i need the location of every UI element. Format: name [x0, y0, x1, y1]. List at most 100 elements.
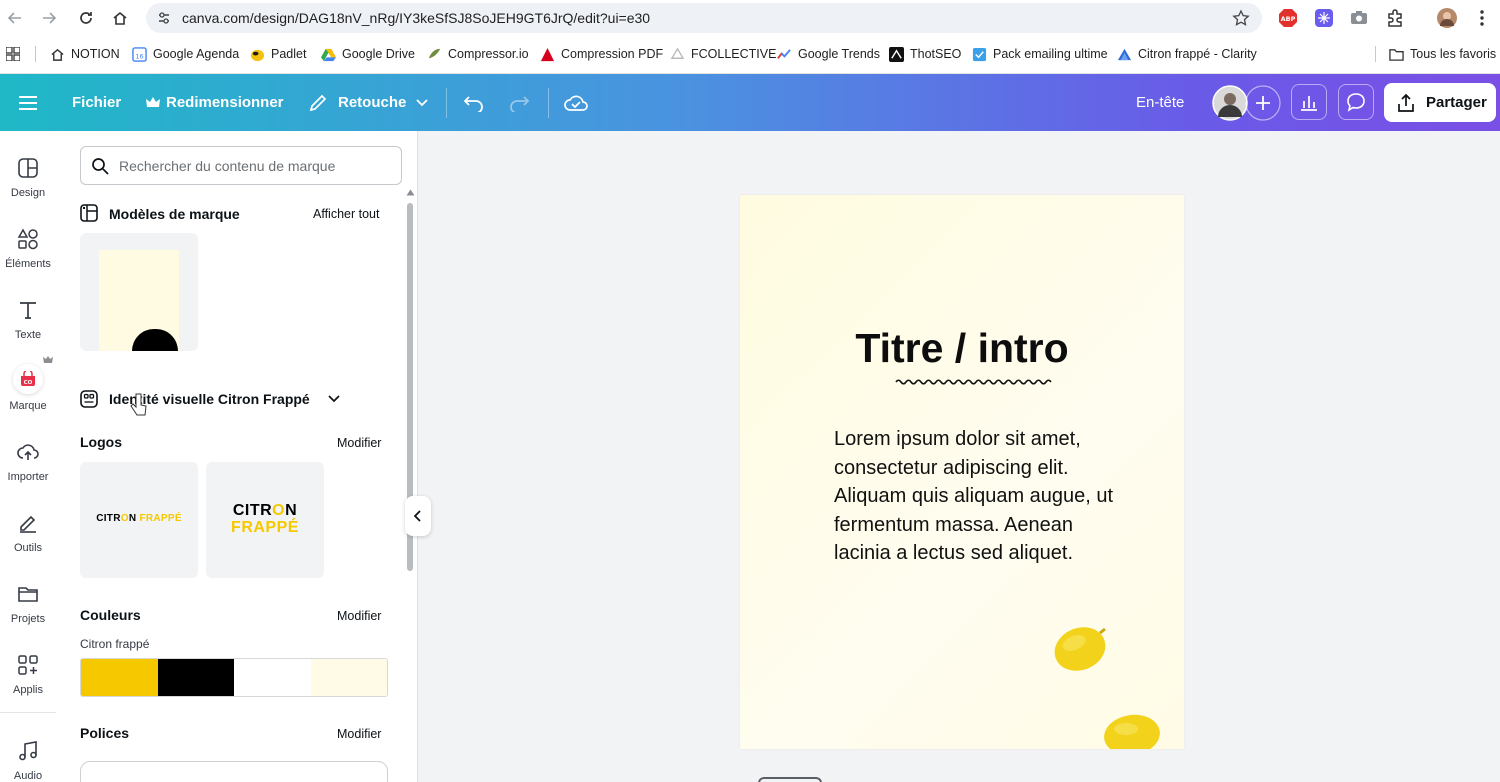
undo-button[interactable] — [463, 74, 485, 131]
clarity-icon — [1117, 48, 1132, 60]
bookmark-notion[interactable]: NOTION — [50, 44, 120, 64]
rail-item-projects[interactable]: Projets — [0, 577, 56, 637]
side-rail: Design Éléments Texte CO Marque Importer… — [0, 131, 56, 782]
bookmark-clarity[interactable]: Citron frappé - Clarity — [1117, 44, 1257, 64]
profile-avatar[interactable] — [1437, 8, 1457, 28]
drive-icon — [321, 48, 336, 61]
chevron-down-icon[interactable] — [328, 395, 340, 403]
back-button[interactable] — [3, 6, 27, 30]
design-page[interactable]: Titre / intro Lorem ipsum dolor sit amet… — [740, 195, 1184, 749]
pencil-icon — [309, 94, 327, 111]
calendar-icon: 16 — [132, 46, 147, 62]
apps-grid-button[interactable] — [6, 44, 20, 64]
arrow-left-icon — [7, 12, 21, 24]
bookmark-compression-pdf[interactable]: Compression PDF — [540, 44, 663, 64]
audio-icon — [19, 741, 37, 761]
url-text: canva.com/design/DAG18nV_nRg/IY3keSfSJ8S… — [182, 10, 651, 26]
bookmark-google-drive[interactable]: Google Drive — [321, 44, 415, 64]
logo-stacked[interactable]: CITRON FRAPPÉ — [206, 462, 324, 578]
pdf-icon — [540, 47, 555, 61]
rail-item-tools[interactable]: Outils — [0, 506, 56, 566]
screenshot-extension[interactable] — [1349, 8, 1369, 28]
text-icon — [20, 302, 36, 319]
file-menu-button[interactable]: Fichier — [72, 74, 121, 131]
colors-title: Couleurs — [80, 607, 141, 623]
share-button[interactable]: Partager — [1384, 83, 1496, 122]
address-bar[interactable]: canva.com/design/DAG18nV_nRg/IY3keSfSJ8S… — [146, 3, 1262, 33]
all-bookmarks-folder[interactable]: Tous les favoris — [1389, 44, 1496, 64]
reload-icon — [80, 12, 92, 24]
puzzle-purple-icon — [1315, 9, 1333, 27]
palette-name: Citron frappé — [80, 637, 150, 651]
brand-search-input[interactable]: Rechercher du contenu de marque — [80, 146, 402, 185]
header-divider-2 — [548, 88, 549, 118]
apps-icon — [18, 655, 38, 675]
lemon-image[interactable] — [1050, 621, 1110, 675]
bookmark-google-trends[interactable]: Google Trends — [777, 44, 880, 64]
bookmark-compressor[interactable]: Compressor.io — [427, 44, 529, 64]
save-status-button[interactable] — [564, 74, 588, 131]
adblock-extension[interactable]: ABP — [1278, 8, 1298, 28]
colors-modify-link[interactable]: Modifier — [337, 609, 381, 623]
rail-divider — [0, 712, 56, 713]
resize-button[interactable]: Redimensionner — [146, 74, 284, 131]
main-menu-button[interactable] — [18, 74, 38, 131]
bookmark-google-agenda[interactable]: 16 Google Agenda — [132, 44, 239, 64]
undo-icon — [463, 95, 483, 112]
logo-horizontal[interactable]: CITRON FRAPPÉ — [80, 462, 198, 578]
page-thumbnail-active[interactable] — [758, 777, 822, 782]
rail-item-text[interactable]: Texte — [0, 293, 56, 353]
swatch-black[interactable] — [157, 659, 234, 696]
collapse-panel-button[interactable] — [405, 496, 431, 536]
bookmark-fcollective[interactable]: FCOLLECTIVE — [670, 44, 776, 64]
logos-modify-link[interactable]: Modifier — [337, 436, 381, 450]
crown-icon — [146, 96, 160, 107]
site-info-icon[interactable] — [156, 10, 172, 26]
add-collaborator-button[interactable] — [1245, 74, 1281, 131]
brand-template-thumbnail[interactable] — [80, 233, 198, 351]
edit-mode-button[interactable]: Retouche — [308, 74, 428, 131]
rail-item-upload[interactable]: Importer — [0, 435, 56, 495]
home-button[interactable] — [108, 6, 132, 30]
header-divider — [446, 88, 447, 118]
star-icon[interactable] — [1232, 9, 1250, 27]
page-title-text[interactable]: Titre / intro — [740, 325, 1184, 372]
redo-button[interactable] — [508, 74, 530, 131]
comments-button[interactable] — [1338, 84, 1374, 120]
avatar-icon — [1212, 84, 1248, 121]
bookmark-padlet[interactable]: Padlet — [250, 44, 306, 64]
svg-text:CO: CO — [24, 380, 33, 386]
header-label[interactable]: En-tête — [1136, 74, 1184, 131]
show-all-link[interactable]: Afficher tout — [313, 207, 379, 221]
reload-button[interactable] — [74, 6, 98, 30]
font-item[interactable] — [80, 761, 388, 782]
swatch-white[interactable] — [234, 659, 311, 696]
rail-item-elements[interactable]: Éléments — [0, 222, 56, 282]
lemon-image-2[interactable] — [1100, 707, 1164, 749]
insights-button[interactable] — [1291, 84, 1327, 120]
browser-menu-button[interactable] — [1472, 8, 1492, 28]
fonts-modify-link[interactable]: Modifier — [337, 727, 381, 741]
page-body-text[interactable]: Lorem ipsum dolor sit amet, consectetur … — [834, 425, 1134, 568]
cursor-icon — [130, 393, 147, 416]
share-icon — [1398, 93, 1414, 112]
rail-item-audio[interactable]: Audio — [0, 734, 56, 782]
swatch-yellow[interactable] — [81, 659, 158, 696]
collaborator-avatar[interactable] — [1212, 74, 1248, 131]
rail-item-brand[interactable]: CO Marque — [0, 356, 56, 420]
padlet-icon — [250, 49, 265, 61]
svg-text:16: 16 — [135, 52, 143, 60]
logo-stacked-text: CITRON FRAPPÉ — [231, 502, 299, 536]
home-icon — [113, 11, 127, 25]
scroll-up-arrow-icon[interactable] — [406, 189, 415, 196]
rail-item-apps[interactable]: Applis — [0, 648, 56, 708]
rail-item-design[interactable]: Design — [0, 151, 56, 211]
bookmark-pack-emailing[interactable]: Pack emailing ultime — [972, 44, 1108, 64]
forward-button[interactable] — [37, 6, 61, 30]
bookmark-thotseo[interactable]: ThotSEO — [889, 44, 961, 64]
extensions-button[interactable] — [1385, 8, 1405, 28]
editor-header: Fichier Redimensionner Retouche En-tête … — [0, 74, 1500, 131]
swatch-cream[interactable] — [310, 659, 387, 696]
purple-extension[interactable] — [1314, 8, 1334, 28]
chevron-down-icon — [416, 98, 428, 106]
